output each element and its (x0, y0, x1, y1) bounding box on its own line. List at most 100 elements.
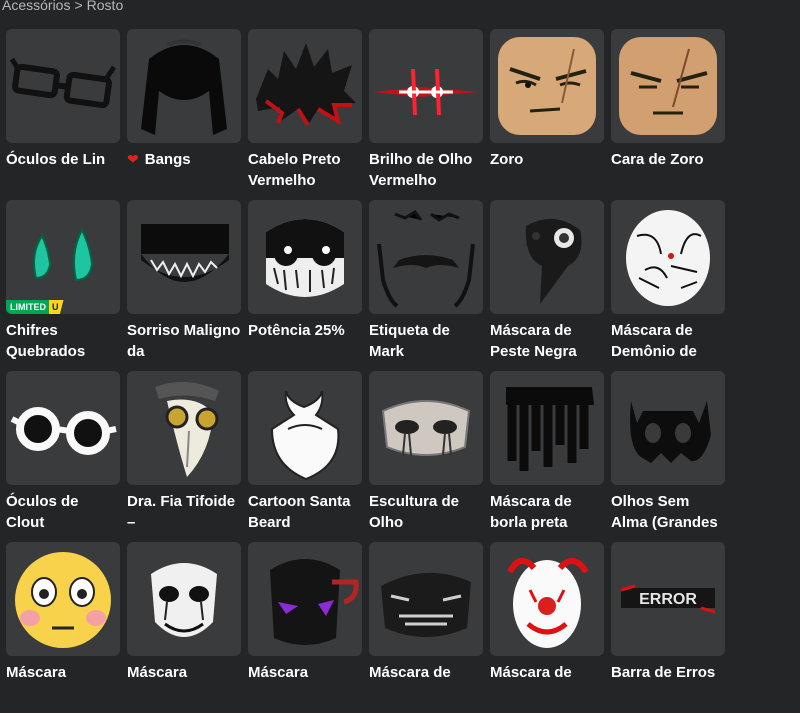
item-thumbnail[interactable] (490, 200, 604, 314)
item-thumbnail[interactable] (369, 371, 483, 485)
item-thumbnail[interactable] (611, 200, 725, 314)
item-thumbnail[interactable] (369, 200, 483, 314)
item-name[interactable]: Máscara de (490, 662, 604, 704)
accessory-item-mascara-de-22[interactable]: Máscara de (369, 542, 483, 713)
item-name-text: Cabelo Preto Vermelho (248, 151, 341, 189)
accessory-item-escultura-de-olho-16[interactable]: Escultura de Olho (369, 371, 483, 542)
item-name[interactable]: Máscara (6, 662, 120, 704)
accessory-item-mascara-de-23[interactable]: Máscara de (490, 542, 604, 713)
item-name[interactable]: Máscara (248, 662, 362, 704)
accessory-item-cartoon-santa-beard-15[interactable]: Cartoon Santa Beard (248, 371, 362, 542)
breadcrumb-parent-link[interactable]: Acessórios (2, 0, 70, 13)
item-thumbnail[interactable] (490, 29, 604, 143)
item-name[interactable]: Brilho de Olho Vermelho (369, 149, 483, 191)
item-thumbnail[interactable] (6, 542, 120, 656)
item-thumbnail[interactable] (127, 29, 241, 143)
item-name[interactable]: Escultura de Olho (369, 491, 483, 533)
accessory-item-cara-de-zoro-6[interactable]: Cara de Zoro (611, 29, 725, 200)
accessory-item-mascara-de-peste-negra-11[interactable]: Máscara de Peste Negra (490, 200, 604, 371)
item-name-text: Máscara de borla preta (490, 493, 572, 531)
item-name-text: Óculos de Clout (6, 493, 79, 531)
item-thumbnail[interactable] (369, 542, 483, 656)
item-thumbnail[interactable] (248, 542, 362, 656)
item-name[interactable]: Zoro (490, 149, 604, 191)
accessory-item-zoro-5[interactable]: Zoro (490, 29, 604, 200)
plague-mask-icon (525, 218, 582, 304)
accessory-item-mascara-de-borla-preta-17[interactable]: Máscara de borla preta (490, 371, 604, 542)
item-name[interactable]: Máscara de borla preta (490, 491, 604, 533)
item-name[interactable]: Sorriso Maligno da (127, 320, 241, 362)
eye-sculpture-mask-icon (381, 400, 471, 456)
accessory-item-mascara-20[interactable]: Máscara (127, 542, 241, 713)
item-name-text: Brilho de Olho Vermelho (369, 151, 473, 189)
item-thumbnail[interactable]: ERROR (611, 542, 725, 656)
item-name[interactable]: Máscara de Demônio de (611, 320, 725, 362)
item-name[interactable]: Potência 25% (248, 320, 362, 362)
item-thumbnail[interactable] (611, 371, 725, 485)
accessory-item-brilho-de-olho-vermelho-4[interactable]: Brilho de Olho Vermelho (369, 29, 483, 200)
item-thumbnail[interactable] (127, 542, 241, 656)
accessory-item-barra-de-erros-24[interactable]: ERROR Barra de Erros (611, 542, 725, 713)
accessory-item-mascara-19[interactable]: Máscara (6, 542, 120, 713)
accessory-item-mascara-21[interactable]: Máscara (248, 542, 362, 713)
item-name[interactable]: Cara de Zoro (611, 149, 725, 191)
item-name[interactable]: Cartoon Santa Beard (248, 491, 362, 533)
samurai-mask-icon (381, 572, 471, 637)
accessory-item-chifres-quebrados-7[interactable]: LIMITED U Chifres Quebrados (6, 200, 120, 371)
item-thumbnail[interactable] (127, 371, 241, 485)
item-name[interactable]: Máscara de (369, 662, 483, 704)
item-name-text: Potência 25% (248, 322, 345, 339)
accessory-item-mascara-de-demonio-de-12[interactable]: Máscara de Demônio de (611, 200, 725, 371)
item-thumbnail[interactable] (248, 29, 362, 143)
accessory-item-etiqueta-de-mark-10[interactable]: Etiqueta de Mark (369, 200, 483, 371)
item-name-text: Etiqueta de Mark (369, 322, 450, 360)
item-thumbnail[interactable] (490, 542, 604, 656)
accessory-item-dra-fia-tifoide-14[interactable]: Dra. Fia Tifoide – (127, 371, 241, 542)
item-name[interactable]: Máscara (127, 662, 241, 704)
demon-mask-icon (626, 210, 710, 306)
item-name[interactable]: Óculos de Lin (6, 149, 120, 191)
accessory-item-bangs-2[interactable]: ❤ Bangs (127, 29, 241, 200)
item-name-text: Chifres Quebrados (6, 322, 86, 360)
item-name[interactable]: Óculos de Clout (6, 491, 120, 533)
item-name[interactable]: Chifres Quebrados (6, 320, 120, 362)
accessory-item-olhos-sem-alma-grandes-18[interactable]: Olhos Sem Alma (Grandes (611, 371, 725, 542)
glasses-icon (9, 57, 117, 109)
accessory-item-oculos-de-clout-13[interactable]: Óculos de Clout (6, 371, 120, 542)
item-name-text: Máscara (127, 664, 188, 681)
accessory-item-sorriso-maligno-da-8[interactable]: Sorriso Maligno da (127, 200, 241, 371)
clown-mask-icon (507, 558, 589, 648)
item-name-text: Máscara (248, 664, 309, 681)
item-name[interactable]: Cabelo Preto Vermelho (248, 149, 362, 191)
item-name[interactable]: Etiqueta de Mark (369, 320, 483, 362)
item-name[interactable]: ❤ Bangs (127, 149, 241, 191)
item-thumbnail[interactable] (6, 371, 120, 485)
heart-icon: ❤ (127, 151, 139, 167)
accessory-item-oculos-de-lin-1[interactable]: Óculos de Lin (6, 29, 120, 200)
beard-icon (270, 390, 340, 481)
item-name-text: Bangs (144, 151, 191, 168)
horns-icon (33, 227, 94, 282)
item-thumbnail[interactable] (6, 29, 120, 143)
item-thumbnail[interactable] (127, 200, 241, 314)
item-name-text: Cartoon Santa Beard (248, 493, 351, 531)
accessory-item-potencia-25-9[interactable]: Potência 25% (248, 200, 362, 371)
item-name-text: Máscara de (490, 664, 572, 681)
item-name[interactable]: Máscara de Peste Negra (490, 320, 604, 362)
item-thumbnail[interactable] (611, 29, 725, 143)
hooded-mask-icon (270, 559, 359, 645)
tassel-mask-icon (506, 387, 594, 471)
item-name[interactable]: Dra. Fia Tifoide – (127, 491, 241, 533)
item-name[interactable]: Barra de Erros (611, 662, 725, 704)
item-name[interactable]: Olhos Sem Alma (Grandes (611, 491, 725, 533)
accessory-item-cabelo-preto-vermelho-3[interactable]: Cabelo Preto Vermelho (248, 29, 362, 200)
item-name-text: Máscara de Peste Negra (490, 322, 577, 360)
item-thumbnail[interactable]: LIMITED U (6, 200, 120, 314)
item-thumbnail[interactable] (369, 29, 483, 143)
item-name-text: Máscara de (369, 664, 451, 681)
item-name-text: Cara de Zoro (611, 151, 704, 168)
item-thumbnail[interactable] (490, 371, 604, 485)
item-thumbnail[interactable] (248, 200, 362, 314)
item-name-text: Barra de Erros (611, 664, 716, 681)
item-thumbnail[interactable] (248, 371, 362, 485)
